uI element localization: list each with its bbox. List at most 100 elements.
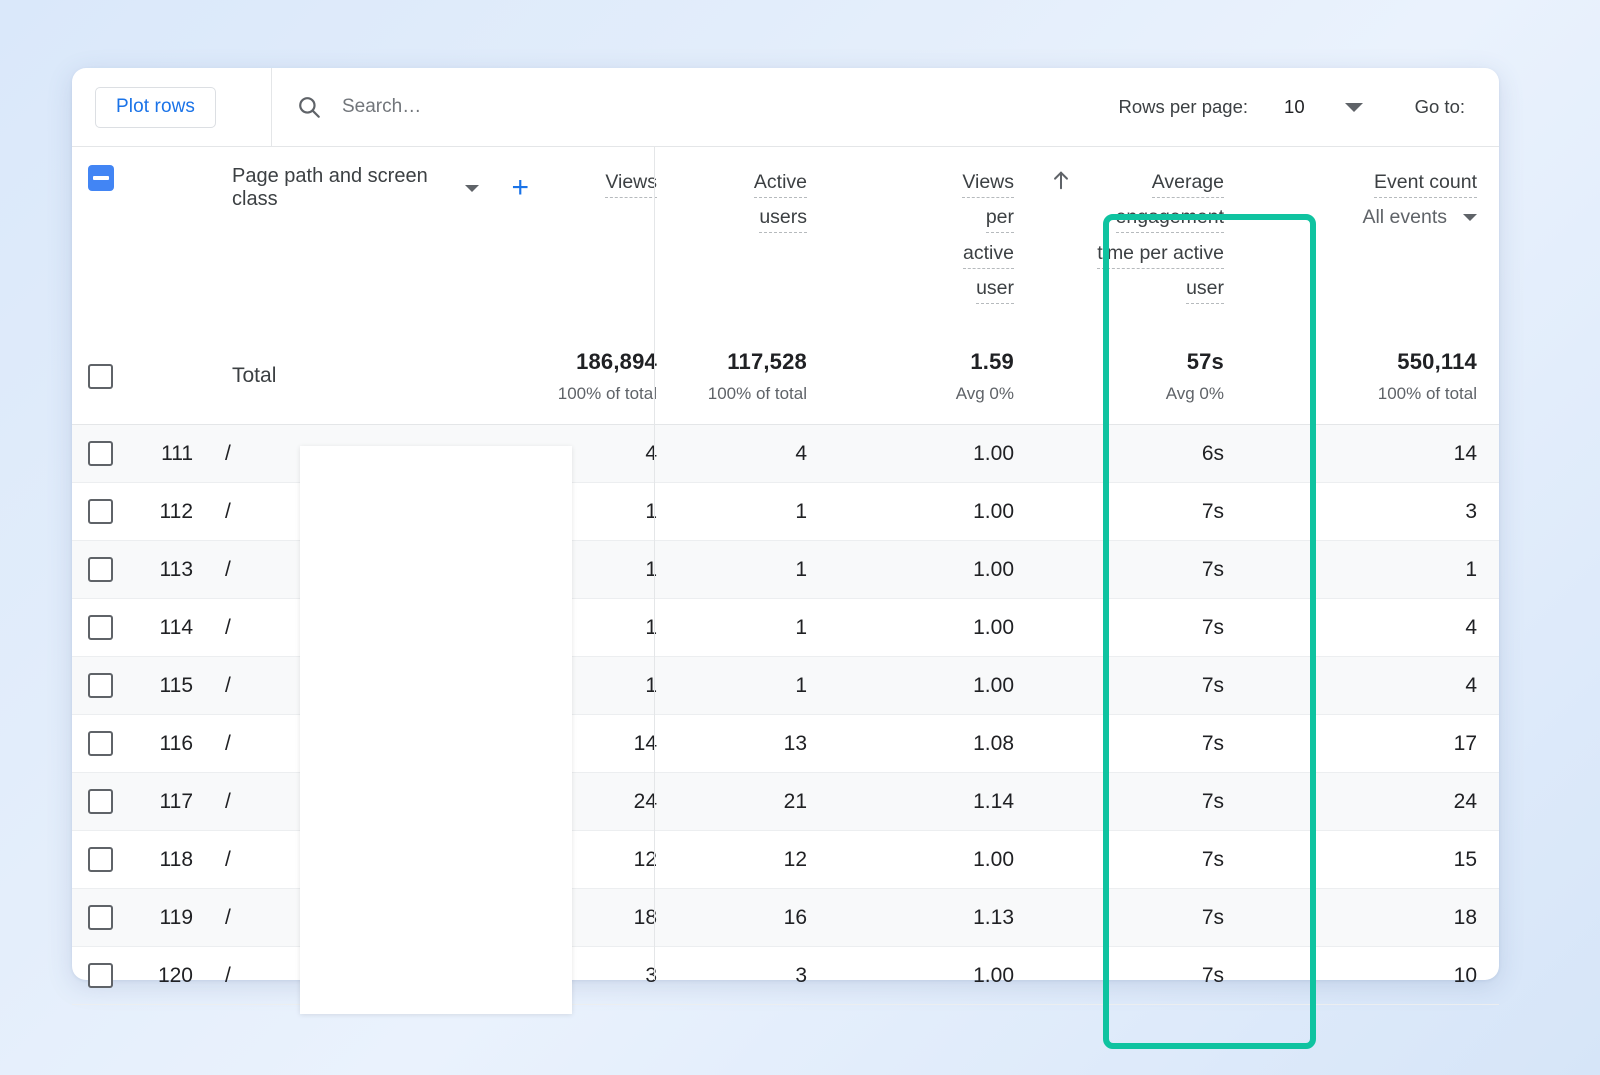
column-header-event-count[interactable]: Event count [1256,165,1477,200]
column-header-views-line: Views [605,171,657,198]
chevron-down-icon[interactable] [1463,214,1477,221]
total-cell-event-count: 550,114 100% of total [1246,328,1499,424]
column-header-vpau-4[interactable]: user [839,271,1014,306]
table-row[interactable]: 114/-shop-111.007s4 [72,599,1499,657]
column-header-aet-1[interactable]: Average [1046,165,1224,200]
table-row[interactable]: 115//111.007s4 [72,657,1499,715]
total-rank-cell [129,328,207,424]
column-header-vpau-2[interactable]: per [839,200,1014,235]
total-active-users-sub: 100% of total [708,384,807,404]
row-checkbox-cell [72,731,129,756]
row-event-count-cell: 1 [1246,558,1499,582]
row-avg-engagement-time: 7s [1036,558,1246,582]
total-vpau-sub: Avg 0% [956,384,1014,404]
aet-line-1: Average [1152,171,1224,198]
row-event-count-cell: 24 [1246,790,1499,814]
table-row[interactable]: 113/111.007s1 [72,541,1499,599]
column-header-active-users[interactable]: Active [689,165,807,200]
total-row-checkbox[interactable] [88,364,113,389]
table-row[interactable]: 117/24211.147s24 [72,773,1499,831]
plot-rows-section: Plot rows [72,68,272,146]
search-icon [296,94,322,120]
column-header-views[interactable]: Views [539,165,657,200]
event-filter-label: All events [1362,206,1447,229]
total-cell-active-users: 117,528 100% of total [679,328,829,424]
aet-line-4: user [1186,277,1224,304]
row-event-count: 1 [1246,558,1499,582]
plot-rows-button[interactable]: Plot rows [95,87,216,128]
column-header-aet-3[interactable]: time per active [1046,236,1224,271]
total-cell-avg-engagement-time: 57s Avg 0% [1036,328,1246,424]
column-header-aet-2[interactable]: engagement [1046,200,1224,235]
row-checkbox-cell [72,905,129,930]
dimension-metric-divider [654,147,655,980]
row-views-per-active-user: 1.00 [829,558,1036,582]
row-checkbox[interactable] [88,905,113,930]
row-active-users: 12 [679,848,829,872]
row-event-count-cell: 4 [1246,616,1499,640]
total-label: Total [232,364,276,388]
total-aet-value: 57s [1187,349,1224,375]
row-views-per-active-user-cell: 1.00 [829,442,1036,466]
rows-per-page-value[interactable]: 10 [1284,96,1305,118]
row-event-count: 3 [1246,500,1499,524]
row-checkbox[interactable] [88,789,113,814]
path-occluder-panel [300,446,572,1014]
row-checkbox-cell [72,847,129,872]
search-section [272,68,1118,146]
row-avg-engagement-time: 6s [1036,442,1246,466]
row-checkbox-cell [72,499,129,524]
column-header-aet-4[interactable]: user [1046,271,1224,306]
row-avg-engagement-time: 7s [1036,790,1246,814]
row-event-count-cell: 3 [1246,500,1499,524]
row-checkbox-cell [72,615,129,640]
row-checkbox[interactable] [88,441,113,466]
total-vpau-value: 1.59 [970,349,1014,375]
row-rank: 120 [129,964,207,988]
search-input[interactable] [340,95,880,119]
report-card: Plot rows Rows per page: 10 Go to: [72,68,1499,980]
add-dimension-icon[interactable]: + [511,173,529,203]
table-row[interactable]: 120/331.007s10 [72,947,1499,1005]
total-event-count-sub: 100% of total [1378,384,1477,404]
row-checkbox[interactable] [88,847,113,872]
go-to-label[interactable]: Go to: [1415,96,1465,118]
column-header-vpau-3[interactable]: active [839,236,1014,271]
row-avg-engagement-time: 7s [1036,964,1246,988]
row-active-users-cell: 1 [679,674,829,698]
event-filter-select[interactable]: All events [1256,206,1477,229]
table-row[interactable]: 116/20/14131.087s17 [72,715,1499,773]
row-active-users: 4 [679,442,829,466]
row-checkbox[interactable] [88,615,113,640]
table-row[interactable]: 111/s-441.006s14 [72,425,1499,483]
row-active-users-cell: 16 [679,906,829,930]
dimension-header-cell: Page path and screen class + [207,147,529,328]
select-all-checkbox[interactable] [88,165,114,191]
row-active-users-cell: 1 [679,616,829,640]
row-avg-engagement-time: 7s [1036,906,1246,930]
column-header-active-users-2[interactable]: users [689,200,807,235]
vpau-line-4: user [976,277,1014,304]
row-event-count: 18 [1246,906,1499,930]
rows-per-page-label: Rows per page: [1118,96,1248,118]
row-checkbox[interactable] [88,963,113,988]
rank-header-cell [129,147,207,328]
sort-ascending-arrow-icon[interactable] [1050,167,1072,193]
table-row[interactable]: 118/21/12121.007s15 [72,831,1499,889]
dimension-header-label[interactable]: Page path and screen class [232,165,447,211]
table-row[interactable]: 112/111.007s3 [72,483,1499,541]
chevron-down-icon[interactable] [1345,103,1363,112]
row-views-per-active-user: 1.00 [829,848,1036,872]
select-all-cell [72,147,129,328]
row-checkbox[interactable] [88,499,113,524]
column-header-vpau-1[interactable]: Views [839,165,1014,200]
chevron-down-icon[interactable] [465,185,479,192]
row-active-users-cell: 1 [679,500,829,524]
table-row[interactable]: 119/18161.137s18 [72,889,1499,947]
row-active-users: 1 [679,616,829,640]
row-views-per-active-user: 1.13 [829,906,1036,930]
row-checkbox[interactable] [88,731,113,756]
total-checkbox-cell [72,328,129,424]
row-checkbox[interactable] [88,673,113,698]
row-checkbox[interactable] [88,557,113,582]
